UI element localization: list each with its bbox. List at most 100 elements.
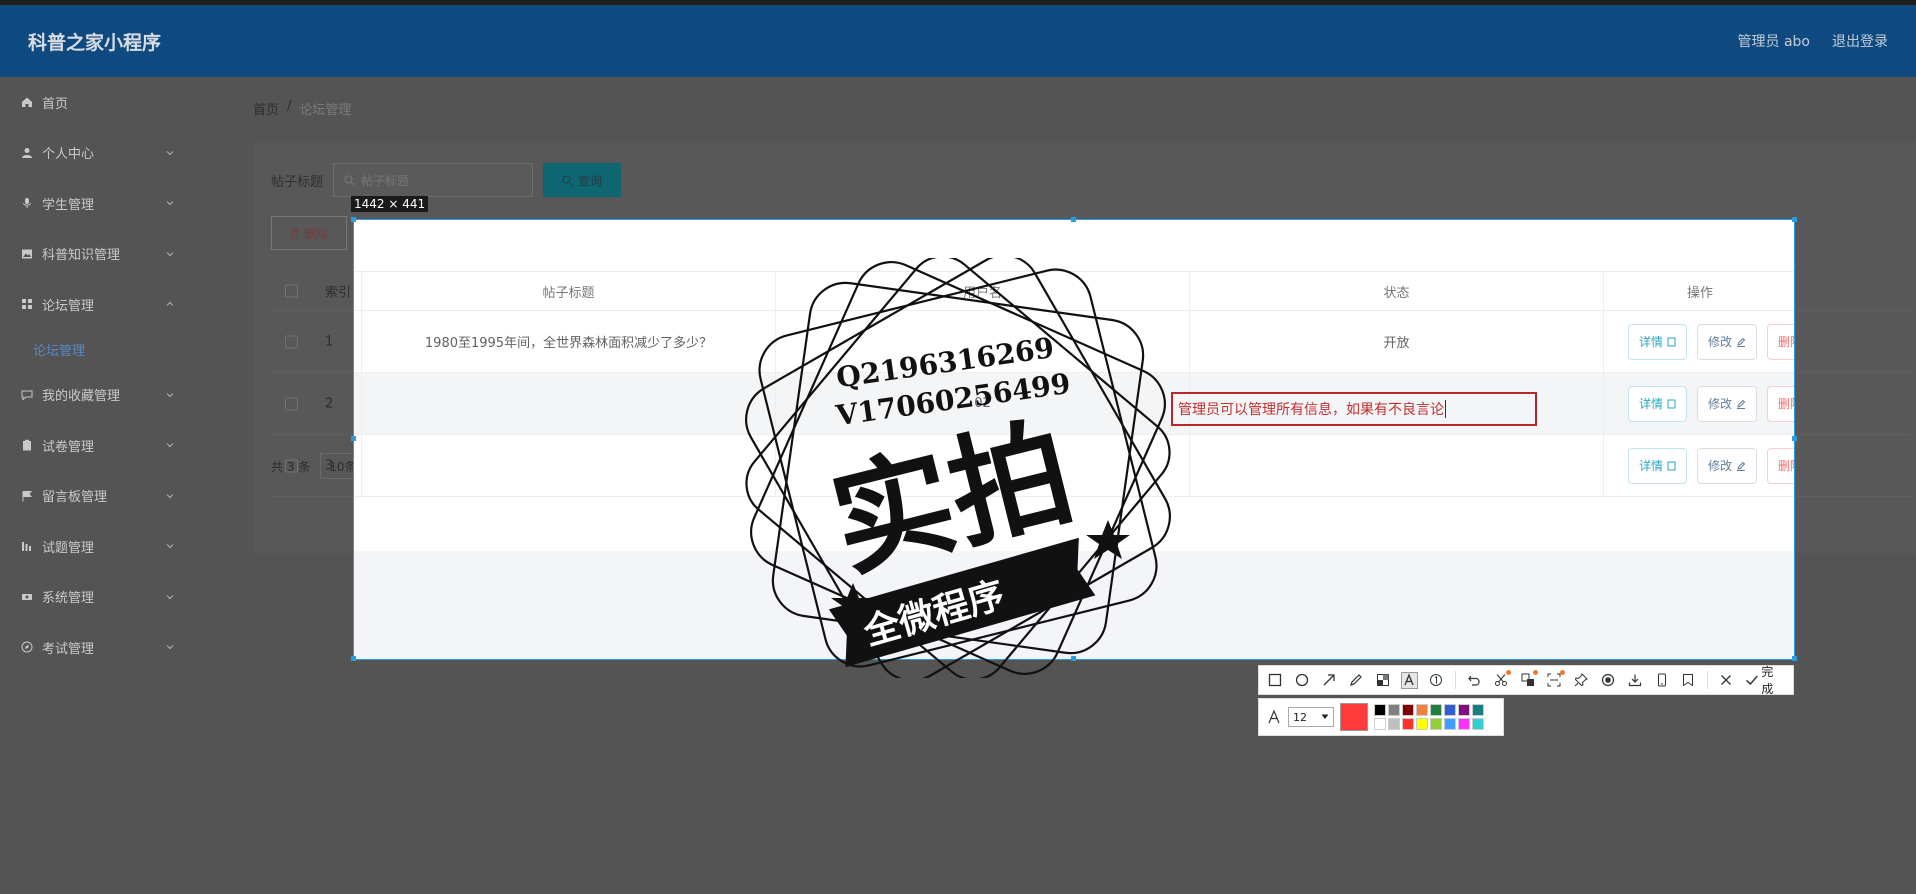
header-cell-status: 状态 bbox=[1190, 272, 1604, 310]
resize-handle[interactable] bbox=[1792, 436, 1797, 441]
edit-button[interactable]: 修改 bbox=[1697, 323, 1758, 360]
ocr-scan-icon[interactable] bbox=[1546, 669, 1565, 689]
phone-icon[interactable] bbox=[1653, 672, 1670, 689]
index-header: 索引 bbox=[325, 285, 352, 300]
resize-handle[interactable] bbox=[1792, 217, 1797, 222]
detail-button[interactable]: 详情 bbox=[1628, 447, 1688, 484]
sidebar-item-knowledge[interactable]: 科普知识管理 bbox=[0, 229, 240, 280]
header-cell-title: 帖子标题 bbox=[362, 272, 776, 310]
sidebar-item-messages[interactable]: 留言板管理 bbox=[0, 471, 240, 522]
color-swatch[interactable] bbox=[1416, 718, 1428, 730]
color-swatch[interactable] bbox=[1472, 718, 1484, 730]
color-swatch[interactable] bbox=[1374, 704, 1386, 716]
query-button[interactable]: 查询 bbox=[543, 163, 622, 197]
resize-handle[interactable] bbox=[1792, 656, 1797, 661]
done-button[interactable]: 完成 bbox=[1745, 663, 1786, 697]
detail-button[interactable]: 详情 bbox=[1628, 323, 1688, 360]
sidebar-item-profile[interactable]: 个人中心 bbox=[0, 128, 240, 179]
sidebar-item-students[interactable]: 学生管理 bbox=[0, 178, 240, 229]
pencil-icon bbox=[1737, 337, 1746, 347]
delete-button[interactable]: 删除 bbox=[1767, 385, 1794, 422]
delete-label: 删除 bbox=[1778, 397, 1794, 411]
color-palette bbox=[1374, 704, 1484, 730]
color-swatch[interactable] bbox=[1458, 704, 1470, 716]
logout-link[interactable]: 退出登录 bbox=[1832, 31, 1888, 51]
header-cell-ops: 操作 bbox=[1686, 285, 1713, 301]
edit-label: 修改 bbox=[1708, 335, 1733, 349]
sidebar-item-label: 学生管理 bbox=[42, 197, 95, 213]
sidebar-item-exams[interactable]: 考试管理 bbox=[0, 622, 240, 673]
chevron-down-icon bbox=[166, 392, 174, 398]
sidebar-item-system[interactable]: 系统管理 bbox=[0, 572, 240, 623]
mic-icon bbox=[20, 196, 34, 210]
admin-name[interactable]: 管理员 abo bbox=[1738, 31, 1810, 51]
cell-title: 1980至1995年间，全世界森林面积减少了多少？ bbox=[362, 311, 776, 372]
rectangle-tool-icon[interactable] bbox=[1267, 672, 1284, 689]
text-annotation-box[interactable]: 管理员可以管理所有信息，如果有不良言论 bbox=[1171, 392, 1537, 426]
color-swatch[interactable] bbox=[1444, 704, 1456, 716]
pin-icon[interactable] bbox=[1573, 672, 1590, 689]
record-icon[interactable] bbox=[1600, 672, 1617, 689]
sidebar-subitem-forum[interactable]: 论坛管理 bbox=[0, 330, 240, 370]
resize-handle[interactable] bbox=[351, 656, 356, 661]
batch-delete-button[interactable]: 删除 bbox=[271, 216, 347, 250]
edit-button[interactable]: 修改 bbox=[1697, 447, 1758, 484]
sidebar-item-favorites[interactable]: 我的收藏管理 bbox=[0, 370, 240, 421]
color-swatch[interactable] bbox=[1444, 718, 1456, 730]
color-swatch[interactable] bbox=[1388, 718, 1400, 730]
sidebar-item-forum[interactable]: 论坛管理 bbox=[0, 279, 240, 330]
text-tool-icon[interactable] bbox=[1400, 671, 1418, 689]
color-swatch[interactable] bbox=[1472, 704, 1484, 716]
sidebar-item-home[interactable]: 首页 bbox=[0, 77, 240, 128]
color-swatch[interactable] bbox=[1388, 704, 1400, 716]
delete-button[interactable]: 删除 bbox=[1767, 447, 1794, 484]
pen-tool-icon[interactable] bbox=[1347, 672, 1364, 689]
chevron-down-icon bbox=[166, 443, 174, 448]
sidebar: 首页 个人中心 学生管理 科普知识管理 论坛管理 论坛管理 我的收藏管理 试卷管… bbox=[0, 77, 240, 894]
number-marker-icon[interactable] bbox=[1428, 672, 1445, 689]
translate-icon[interactable] bbox=[1519, 669, 1538, 689]
resize-handle[interactable] bbox=[351, 436, 356, 441]
search-input[interactable]: 帖子标题 bbox=[333, 163, 534, 197]
ellipse-tool-icon[interactable] bbox=[1294, 672, 1311, 689]
row-checkbox[interactable] bbox=[285, 335, 298, 348]
download-icon[interactable] bbox=[1626, 672, 1643, 689]
sidebar-item-papers[interactable]: 试卷管理 bbox=[0, 420, 240, 471]
sidebar-item-label: 考试管理 bbox=[42, 641, 95, 657]
capture-toolbar: 完成 bbox=[1258, 663, 1794, 697]
capture-selection-region[interactable]: 帖子标题 用户名 状态 操作 1980至1995年间，全世界森林面积减少了多少？… bbox=[353, 219, 1795, 660]
row-checkbox[interactable] bbox=[285, 397, 298, 410]
color-swatch[interactable] bbox=[1402, 718, 1414, 730]
breadcrumb-home[interactable]: 首页 bbox=[253, 99, 279, 118]
resize-handle[interactable] bbox=[351, 217, 356, 222]
delete-button[interactable]: 删除 bbox=[1767, 323, 1794, 360]
scissors-icon[interactable] bbox=[1492, 669, 1512, 689]
resize-handle[interactable] bbox=[1071, 656, 1076, 661]
undo-icon[interactable] bbox=[1466, 672, 1483, 689]
sidebar-item-label: 个人中心 bbox=[42, 147, 95, 163]
arrow-tool-icon[interactable] bbox=[1321, 672, 1338, 689]
sidebar-item-label: 首页 bbox=[42, 96, 69, 112]
color-swatch[interactable] bbox=[1458, 718, 1470, 730]
forum-table: 帖子标题 用户名 状态 操作 1980至1995年间，全世界森林面积减少了多少？… bbox=[354, 271, 1794, 497]
detail-button[interactable]: 详情 bbox=[1628, 385, 1688, 422]
mosaic-tool-icon[interactable] bbox=[1374, 672, 1391, 689]
cell-status: 开放 bbox=[1190, 311, 1604, 372]
search-bar: 帖子标题 帖子标题 查询 bbox=[271, 163, 622, 197]
color-swatch[interactable] bbox=[1416, 704, 1428, 716]
cell-user bbox=[776, 435, 1190, 496]
resize-handle[interactable] bbox=[1071, 217, 1076, 222]
color-swatch[interactable] bbox=[1402, 704, 1414, 716]
color-swatch[interactable] bbox=[1430, 718, 1442, 730]
current-color-swatch[interactable] bbox=[1340, 703, 1368, 731]
bookmark-icon[interactable] bbox=[1680, 672, 1697, 689]
sidebar-item-questions[interactable]: 试题管理 bbox=[0, 521, 240, 572]
color-swatch[interactable] bbox=[1430, 704, 1442, 716]
select-all-checkbox[interactable] bbox=[285, 284, 298, 297]
chevron-down-icon bbox=[166, 544, 174, 549]
color-swatch[interactable] bbox=[1374, 718, 1386, 730]
close-icon[interactable] bbox=[1718, 672, 1735, 689]
font-size-select[interactable]: 12 bbox=[1288, 707, 1334, 727]
edit-button[interactable]: 修改 bbox=[1697, 385, 1758, 422]
chevron-down-icon bbox=[166, 201, 174, 206]
